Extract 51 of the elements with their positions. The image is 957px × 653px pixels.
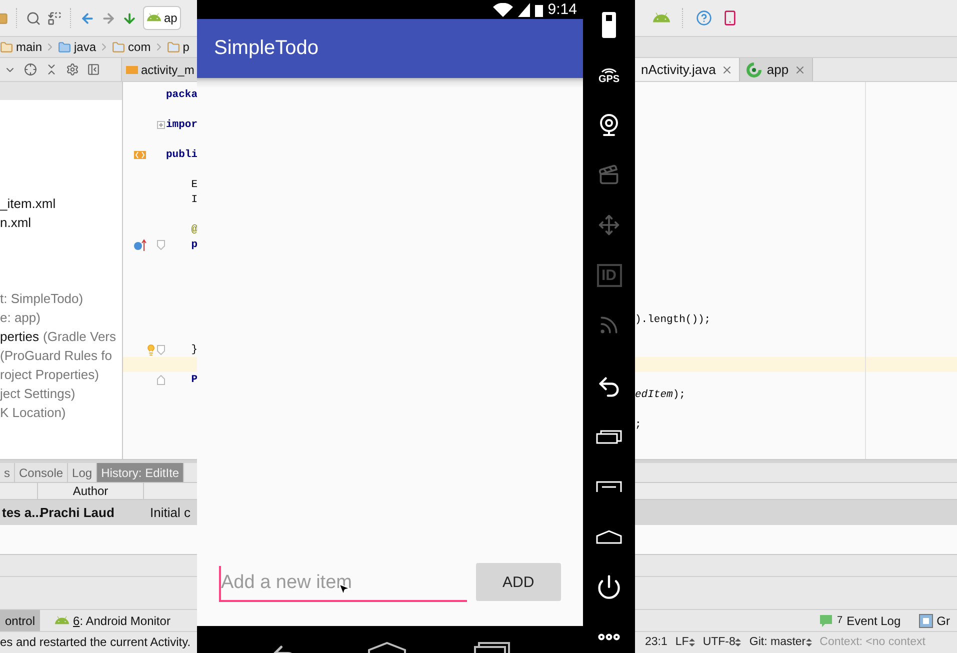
file-name: _item.xml xyxy=(0,196,56,211)
code-text: ; xyxy=(635,418,642,430)
add-button[interactable]: ADD xyxy=(476,563,561,601)
tool-window-button[interactable]: ontrol xyxy=(0,610,40,631)
breadcrumb[interactable]: java xyxy=(58,40,96,54)
file-description: K Location) xyxy=(0,405,66,420)
event-count: 7 xyxy=(837,615,843,626)
code-text: impor xyxy=(166,118,197,130)
tool-tab[interactable]: Log xyxy=(68,463,98,482)
file-description: (ProGuard Rules fo xyxy=(0,348,112,363)
status-message: es and restarted the current Activity. xyxy=(0,635,191,649)
code-text: packa xyxy=(166,88,197,100)
breadcrumb[interactable]: p xyxy=(166,40,190,54)
status-item[interactable]: LF xyxy=(675,636,695,648)
file-name: n.xml xyxy=(0,215,32,230)
code-text: publi xyxy=(166,148,197,160)
tool-tab[interactable]: Console xyxy=(15,463,68,482)
code-text: ).length()); xyxy=(635,314,711,326)
status-item[interactable]: Git: master xyxy=(749,636,812,648)
breadcrumb[interactable]: com xyxy=(112,40,151,54)
run-configuration-dropdown[interactable]: ap xyxy=(143,6,182,30)
item-input[interactable]: Add a new item xyxy=(219,566,467,602)
tool-window-button[interactable]: 7 Event Log xyxy=(814,610,906,631)
code-text: p xyxy=(190,238,197,250)
table-cell-text: Initial c xyxy=(149,504,192,520)
code-text: E xyxy=(190,178,197,190)
status-item: 23:1 xyxy=(645,636,668,648)
file-description: ject Settings) xyxy=(0,386,76,401)
file-description: (Gradle Vers xyxy=(43,329,116,344)
history-row[interactable]: tes a...Prachi Laud Initial c xyxy=(0,500,197,524)
gps-button[interactable]: GPS xyxy=(598,66,620,84)
status-item[interactable]: UTF-8 xyxy=(702,636,742,648)
editor-tab[interactable]: activity_m xyxy=(122,58,197,81)
status-item: Context: <no context xyxy=(820,636,926,648)
file-tab[interactable]: app xyxy=(740,58,813,81)
file-description: e: app) xyxy=(0,310,40,325)
tool-tab[interactable]: s xyxy=(0,463,15,482)
code-text: @ xyxy=(190,224,197,236)
code-text: P xyxy=(190,374,197,386)
breadcrumb[interactable]: main xyxy=(0,40,42,54)
file-tab[interactable]: nActivity.java xyxy=(635,58,740,81)
file-description: roject Properties) xyxy=(0,367,99,382)
code-text: I xyxy=(190,194,197,206)
status-time: 9:14 xyxy=(548,1,577,18)
file-name: perties xyxy=(0,329,40,344)
code-text: edItem); xyxy=(635,388,686,400)
code-text: } xyxy=(190,344,197,356)
tool-window-button[interactable]: Gr xyxy=(914,610,955,631)
tool-window-button[interactable]: 6: Android Monitor xyxy=(50,610,176,631)
app-title: SimpleTodo xyxy=(214,37,319,60)
file-description: t: SimpleTodo) xyxy=(0,291,84,306)
